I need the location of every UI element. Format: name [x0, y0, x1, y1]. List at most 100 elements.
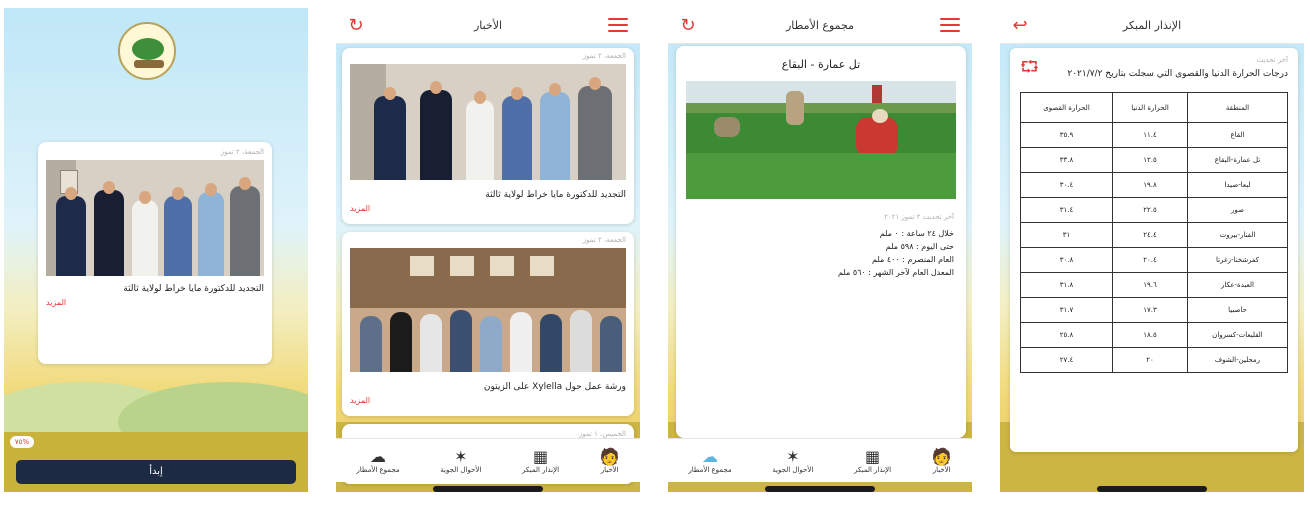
- news-date: الجمعة، ٢ تموز: [220, 148, 264, 156]
- max-temp-cell: ٣١.٤: [1019, 197, 1114, 223]
- home-indicator: [765, 486, 875, 492]
- nav-early-warning[interactable]: ▦ الإنذار المبكر: [521, 446, 560, 474]
- min-temp-cell: ١٧.٣: [1112, 297, 1188, 323]
- table-row: صور ٢٢.٥ ٣١.٤: [1019, 197, 1289, 223]
- region-cell: صور: [1186, 197, 1289, 223]
- table-row: لبعا-صيدا ١٩.٨ ٣٠.٤: [1019, 172, 1289, 198]
- table-row: حاصبيا ١٧.٣ ٣١.٧: [1019, 297, 1289, 323]
- temperature-card: ⮔ آخر تحديث درجات الحرارة الدنيا والقصوى…: [1010, 48, 1298, 452]
- max-temp-cell: ٣٠.٨: [1019, 247, 1114, 273]
- page-title: الأخبار: [473, 19, 503, 32]
- news-screen: ↻ الأخبار الجمعة، ٢ تموز التجديد للدكتور…: [336, 8, 640, 492]
- back-arrow-icon[interactable]: ↩: [1010, 16, 1030, 36]
- more-link[interactable]: المزيد: [342, 396, 634, 405]
- nav-label: مجموع الأمطار: [356, 465, 400, 474]
- nav-news[interactable]: 🧑 الأخبار: [599, 446, 620, 474]
- nav-weather[interactable]: ✶ الأحوال الجوية: [440, 446, 482, 474]
- news-card[interactable]: الجمعة، ٢ تموز ورشة عمل حول Xylella على …: [342, 232, 634, 416]
- nav-label: الإنذار المبكر: [521, 465, 560, 474]
- more-link[interactable]: المزيد: [38, 298, 272, 307]
- rainfall-card: تل عمارة - البقاع آخر تحديث ٢ تموز ٢٠٢١ …: [676, 46, 966, 438]
- table-row: كفرشخنا-زغرتا ٢٠.٤ ٣٠.٨: [1019, 247, 1289, 273]
- nav-rainfall[interactable]: ☁ مجموع الأمطار: [356, 447, 400, 474]
- min-temp-cell: ٢٠.٤: [1112, 247, 1188, 273]
- more-link[interactable]: المزيد: [342, 204, 634, 213]
- rain-last-year: العام المنصرم : ٤٠٠ ملم: [872, 255, 954, 264]
- news-photo: [350, 248, 626, 372]
- news-photo: [350, 64, 626, 180]
- table-heading: درجات الحرارة الدنيا والقصوى التي سجلت ب…: [1067, 69, 1288, 79]
- table-row: الفنار-بيروت ٢٤.٤ ٣١: [1019, 222, 1289, 248]
- nav-label: الأخبار: [600, 465, 619, 474]
- nav-news[interactable]: 🧑 الأخبار: [931, 446, 952, 474]
- region-cell: العبدة-عكار: [1186, 272, 1289, 298]
- nav-label: الأحوال الجوية: [440, 465, 482, 474]
- field-icon: ▦: [532, 446, 549, 466]
- early-warning-screen: ↩ الإنذار المبكر ⮔ آخر تحديث درجات الحرا…: [1000, 8, 1304, 492]
- nav-label: الإنذار المبكر: [853, 465, 892, 474]
- cloud-rain-icon: ☁: [701, 446, 718, 466]
- table-row: القاع ١١.٤ ٣٥.٩: [1019, 122, 1289, 148]
- nav-rainfall[interactable]: ☁ مجموع الأمطار: [688, 446, 732, 474]
- page-title: مجموع الأمطار: [785, 19, 854, 32]
- max-temp-cell: ٣٠.٤: [1019, 172, 1114, 198]
- farmer-icon: 🧑: [931, 446, 952, 466]
- temperature-table: المنطقة الحرارة الدنيا الحرارة القصوى ال…: [1019, 92, 1289, 373]
- bottom-nav: 🧑 الأخبار ▦ الإنذار المبكر ✶ الأحوال الج…: [668, 438, 972, 482]
- top-bar: ↻ مجموع الأمطار: [668, 8, 972, 44]
- news-title: التجديد للدكتورة مايا خراط لولاية ثالثة: [485, 190, 626, 200]
- news-title: ورشة عمل حول Xylella على الزيتون: [483, 382, 626, 392]
- region-cell: رمحلين-الشوف: [1186, 347, 1289, 373]
- region-cell: القاع: [1186, 122, 1289, 148]
- start-button[interactable]: إبدأ: [16, 460, 296, 484]
- min-temp-cell: ١١.٤: [1112, 122, 1188, 148]
- bottom-nav: 🧑 الأخبار ▦ الإنذار المبكر ✶ الأحوال الج…: [336, 438, 640, 482]
- app-logo: [118, 22, 176, 80]
- min-temp-cell: ٢٤.٤: [1112, 222, 1188, 248]
- page-title: الإنذار المبكر: [1122, 19, 1182, 32]
- news-date: الجمعة، ٢ تموز: [582, 236, 626, 244]
- table-row: رمحلين-الشوف ٢٠ ٢٧.٤: [1019, 347, 1289, 373]
- region-cell: لبعا-صيدا: [1186, 172, 1289, 198]
- menu-icon[interactable]: [940, 18, 960, 34]
- max-temp-cell: ٢٥.٨: [1019, 322, 1114, 348]
- max-temp-cell: ٣٥.٩: [1019, 122, 1114, 148]
- menu-icon[interactable]: [608, 18, 628, 34]
- nav-weather[interactable]: ✶ الأحوال الجوية: [772, 447, 814, 474]
- min-temp-cell: ١٩.٨: [1112, 172, 1188, 198]
- top-bar: ↻ الأخبار: [336, 8, 640, 44]
- nav-label: الأحوال الجوية: [772, 465, 814, 474]
- refresh-icon[interactable]: ↻: [346, 16, 366, 36]
- rain-average: المعدل العام لآخر الشهر : ٥٦٠ ملم: [838, 268, 954, 277]
- max-temp-cell: ٣١.٨: [1019, 272, 1114, 298]
- progress-badge: ٧٥%: [10, 436, 34, 448]
- windmill-icon: ✶: [454, 446, 468, 466]
- min-temp-cell: ٢٢.٥: [1112, 197, 1188, 223]
- rainfall-screen: ↻ مجموع الأمطار تل عمارة - البقاع آخر تح…: [668, 8, 972, 492]
- field-photo: [686, 81, 956, 199]
- max-temp-cell: ٣١.٧: [1019, 297, 1114, 323]
- home-indicator: [1097, 486, 1207, 492]
- region-cell: القليعات-كسروان: [1186, 322, 1289, 348]
- region-cell: حاصبيا: [1186, 297, 1289, 323]
- min-temp-cell: ٢٠: [1112, 347, 1188, 373]
- share-icon[interactable]: ⮔: [1020, 56, 1039, 83]
- news-card[interactable]: الجمعة، ٢ تموز التجديد للدكتورة مايا خرا…: [342, 48, 634, 224]
- news-date: الجمعة، ٢ تموز: [582, 52, 626, 60]
- rain-24h: خلال ٢٤ ساعة : ٠ ملم: [879, 229, 954, 238]
- table-row: القليعات-كسروان ١٨.٥ ٢٥.٨: [1019, 322, 1289, 348]
- refresh-icon[interactable]: ↻: [678, 16, 698, 36]
- nav-early-warning[interactable]: ▦ الإنذار المبكر: [853, 446, 892, 474]
- news-photo: [46, 160, 264, 276]
- farmer-icon: 🧑: [599, 446, 620, 466]
- news-card[interactable]: الجمعة، ٢ تموز التجديد للدكتورة مايا خرا…: [38, 142, 272, 364]
- min-temp-cell: ١٩.٦: [1112, 272, 1188, 298]
- region-cell: الفنار-بيروت: [1186, 222, 1289, 248]
- top-bar: ↩ الإنذار المبكر: [1000, 8, 1304, 44]
- field-icon: ▦: [864, 446, 881, 466]
- nav-label: مجموع الأمطار: [688, 465, 732, 474]
- min-temp-cell: ١٨.٥: [1112, 322, 1188, 348]
- region-cell: تل عمارة-البقاع: [1186, 147, 1289, 173]
- min-temp-cell: ١٢.٥: [1112, 147, 1188, 173]
- table-row: العبدة-عكار ١٩.٦ ٣١.٨: [1019, 272, 1289, 298]
